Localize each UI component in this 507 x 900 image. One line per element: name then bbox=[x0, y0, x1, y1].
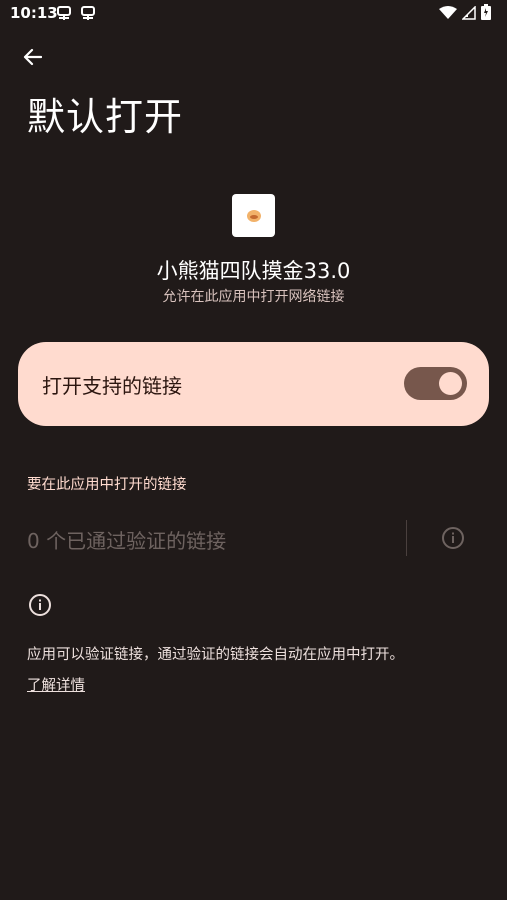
notification-icon bbox=[56, 5, 72, 21]
page-title: 默认打开 bbox=[27, 95, 184, 139]
notification-icon bbox=[80, 5, 96, 21]
battery-icon bbox=[481, 4, 491, 24]
verified-links-row: 0 个已通过验证的链接 bbox=[0, 510, 507, 568]
app-name: 小熊猫四队摸金33.0 bbox=[156, 259, 351, 283]
section-label: 要在此应用中打开的链接 bbox=[27, 477, 187, 493]
app-icon bbox=[232, 194, 275, 237]
signal-icon bbox=[461, 4, 476, 24]
app-subtitle: 允许在此应用中打开网络链接 bbox=[162, 289, 345, 305]
divider bbox=[406, 520, 407, 556]
verified-links-count: 0 个已通过验证的链接 bbox=[27, 529, 227, 553]
learn-more-link[interactable]: 了解详情 bbox=[27, 674, 85, 695]
toggle-label: 打开支持的链接 bbox=[42, 374, 182, 398]
status-time: 10:13 bbox=[10, 4, 58, 22]
info-icon bbox=[28, 593, 52, 621]
back-button[interactable] bbox=[16, 44, 48, 74]
info-icon[interactable] bbox=[441, 526, 465, 554]
switch[interactable] bbox=[404, 367, 467, 400]
arrow-left-icon bbox=[22, 48, 43, 70]
wifi-icon bbox=[439, 5, 457, 24]
status-bar: 10:13 bbox=[0, 0, 507, 30]
switch-thumb bbox=[439, 372, 462, 395]
info-text: 应用可以验证链接，通过验证的链接会自动在应用中打开。 bbox=[27, 647, 404, 663]
open-supported-links-toggle[interactable]: 打开支持的链接 bbox=[18, 342, 489, 426]
